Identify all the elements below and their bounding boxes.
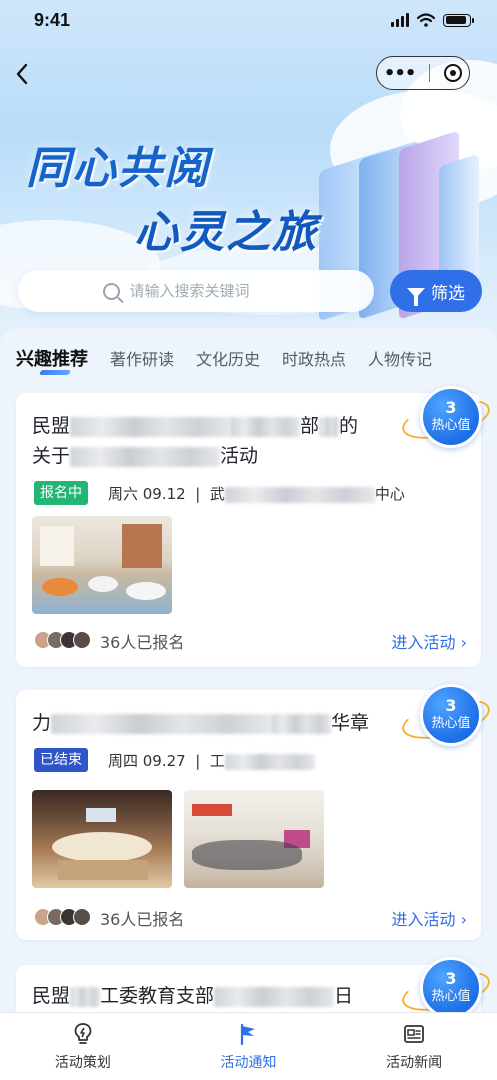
miniprogram-capsule: ••• bbox=[376, 56, 470, 90]
hot-value-badge: 3 热心值 bbox=[420, 386, 482, 448]
nav-activity-planning[interactable]: 活动策划 bbox=[23, 1022, 143, 1072]
activity-date: 周四 09.27 | 工 bbox=[108, 750, 315, 771]
nav-activity-notice[interactable]: 活动通知 bbox=[188, 1022, 308, 1072]
hero-title-line2: 心灵之旅 bbox=[134, 207, 318, 258]
tab-politics[interactable]: 时政热点 bbox=[282, 346, 346, 370]
flag-icon bbox=[241, 1023, 256, 1045]
status-badge: 已结束 bbox=[34, 748, 88, 772]
hot-value-badge: 3 热心值 bbox=[420, 957, 482, 1019]
battery-icon bbox=[443, 13, 474, 27]
nav-activity-news[interactable]: 活动新闻 bbox=[354, 1022, 474, 1072]
signal-icon bbox=[391, 13, 409, 27]
tab-culture[interactable]: 文化历史 bbox=[196, 346, 260, 370]
more-dots-icon[interactable]: ••• bbox=[384, 63, 417, 84]
signup-count: 36人已报名 bbox=[100, 910, 185, 929]
lightbulb-icon bbox=[74, 1022, 92, 1044]
tab-biography[interactable]: 人物传记 bbox=[368, 346, 432, 370]
nav-label: 活动通知 bbox=[220, 1054, 277, 1071]
activity-photo[interactable] bbox=[184, 790, 324, 888]
hot-value-badge: 3 热心值 bbox=[420, 684, 482, 746]
active-tab-indicator bbox=[39, 370, 71, 375]
card-title: 力华章 bbox=[32, 712, 370, 734]
close-target-icon[interactable] bbox=[444, 64, 463, 82]
funnel-icon bbox=[407, 288, 425, 306]
chevron-left-icon bbox=[16, 63, 28, 85]
card-title: 民盟部的 关于 活动 bbox=[32, 415, 359, 467]
search-input[interactable] bbox=[129, 282, 290, 300]
hero-title-line1: 同心共阅 bbox=[26, 143, 210, 194]
participant-avatars bbox=[34, 631, 91, 649]
search-icon bbox=[102, 282, 120, 300]
bottom-nav: 活动策划 活动通知 活动新闻 bbox=[0, 1012, 497, 1080]
newspaper-icon bbox=[404, 1024, 425, 1043]
status-time: 9:41 bbox=[34, 9, 71, 30]
card-title: 民盟 工委教育支部日 bbox=[32, 985, 354, 1007]
category-tabs: 兴趣推荐 著作研读 文化历史 时政热点 人物传记 bbox=[0, 336, 497, 380]
signup-count: 36人已报名 bbox=[100, 633, 185, 652]
back-button[interactable] bbox=[8, 58, 36, 90]
enter-activity-link[interactable]: 进入活动 › bbox=[392, 629, 468, 653]
status-badge: 报名中 bbox=[34, 481, 88, 505]
status-bar: 9:41 bbox=[0, 0, 497, 40]
filter-button[interactable]: 筛选 bbox=[390, 270, 482, 312]
avatar bbox=[73, 908, 91, 926]
avatar bbox=[73, 631, 91, 649]
nav-label: 活动策划 bbox=[54, 1054, 111, 1071]
wifi-icon bbox=[417, 13, 435, 27]
activity-date: 周六 09.12 | 武中心 bbox=[108, 485, 405, 503]
search-bar[interactable] bbox=[18, 270, 374, 312]
activity-photo[interactable] bbox=[32, 516, 172, 614]
participant-avatars bbox=[34, 908, 91, 926]
tab-interest[interactable]: 兴趣推荐 bbox=[16, 345, 88, 371]
enter-activity-link[interactable]: 进入活动 › bbox=[392, 906, 468, 930]
filter-label: 筛选 bbox=[431, 283, 465, 304]
activity-photo[interactable] bbox=[32, 790, 172, 888]
nav-label: 活动新闻 bbox=[386, 1054, 443, 1071]
tab-works[interactable]: 著作研读 bbox=[110, 346, 174, 370]
